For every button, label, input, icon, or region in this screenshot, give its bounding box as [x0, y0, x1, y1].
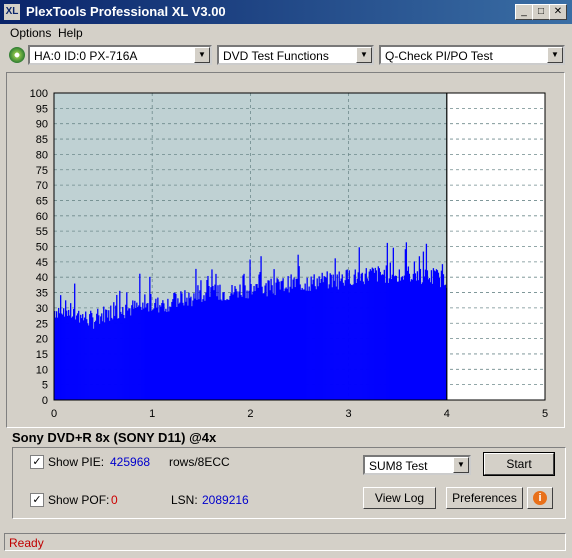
- y-tick-label: 95: [36, 103, 48, 115]
- chevron-down-icon[interactable]: ▼: [356, 47, 372, 63]
- lsn-value: 2089216: [202, 493, 249, 507]
- y-tick-label: 75: [36, 165, 48, 177]
- start-button[interactable]: Start: [483, 452, 555, 476]
- drive-select-value: HA:0 ID:0 PX-716A: [34, 49, 138, 63]
- minimize-button[interactable]: _: [515, 4, 533, 20]
- y-tick-label: 20: [36, 334, 48, 346]
- preferences-button[interactable]: Preferences: [446, 487, 523, 509]
- window-title: PlexTools Professional XL V3.00: [26, 4, 226, 19]
- info-icon: i: [533, 491, 547, 505]
- pie-unit: rows/8ECC: [169, 455, 230, 469]
- disc-label: Sony DVD+R 8x (SONY D11) @4x: [12, 430, 217, 445]
- pof-value: 0: [111, 493, 118, 507]
- show-pof-checkbox[interactable]: ✓: [30, 493, 44, 507]
- function-select-value: DVD Test Functions: [223, 49, 329, 63]
- y-tick-label: 85: [36, 134, 48, 146]
- test-select[interactable]: Q-Check PI/PO Test ▼: [379, 45, 565, 65]
- x-tick-label: 3: [346, 408, 352, 420]
- x-tick-label: 0: [51, 408, 57, 420]
- y-tick-label: 15: [36, 349, 48, 361]
- y-tick-label: 40: [36, 272, 48, 284]
- view-log-button[interactable]: View Log: [363, 487, 436, 509]
- y-tick-label: 70: [36, 180, 48, 192]
- show-pie-checkbox[interactable]: ✓: [30, 455, 44, 469]
- menu-options[interactable]: Options: [10, 26, 51, 40]
- y-tick-label: 5: [42, 380, 48, 392]
- drive-icon: [9, 47, 25, 63]
- test-select-value: Q-Check PI/PO Test: [385, 49, 493, 63]
- chevron-down-icon[interactable]: ▼: [453, 457, 469, 473]
- menu-help[interactable]: Help: [58, 26, 83, 40]
- mode-select-value: SUM8 Test: [369, 459, 428, 473]
- function-select[interactable]: DVD Test Functions ▼: [217, 45, 374, 65]
- y-tick-label: 30: [36, 303, 48, 315]
- drive-select[interactable]: HA:0 ID:0 PX-716A ▼: [28, 45, 212, 65]
- mode-select[interactable]: SUM8 Test ▼: [363, 455, 471, 475]
- y-tick-label: 25: [36, 318, 48, 330]
- info-button[interactable]: i: [527, 487, 553, 509]
- y-tick-label: 100: [30, 88, 48, 100]
- y-tick-label: 45: [36, 257, 48, 269]
- chart-panel: 0 5 10 15 20 25 30 35 40 45 50 55 60 65 70 75 80 85 90 95 10…: [6, 72, 565, 428]
- x-tick-label: 5: [542, 408, 548, 420]
- x-tick-label: 1: [149, 408, 155, 420]
- y-tick-label: 60: [36, 211, 48, 223]
- pie-value: 425968: [110, 455, 151, 469]
- app-logo-icon: XL: [4, 4, 20, 20]
- y-tick-label: 90: [36, 119, 48, 131]
- show-pie-label: Show PIE:: [48, 455, 105, 469]
- chevron-down-icon[interactable]: ▼: [547, 47, 563, 63]
- close-button[interactable]: ✕: [549, 4, 567, 20]
- lsn-label: LSN:: [171, 493, 198, 507]
- menu-bar: Options Help: [0, 24, 572, 42]
- title-bar[interactable]: XL PlexTools Professional XL V3.00 _ □ ✕: [0, 0, 572, 24]
- y-tick-label: 35: [36, 288, 48, 300]
- pie-chart: 0510152025303540455055606570758085909510…: [30, 88, 548, 420]
- status-bar: Ready: [4, 533, 566, 551]
- stats-group: ✓ Show PIE: 425968 rows/8ECC ✓ Show POF:…: [12, 447, 566, 519]
- maximize-button[interactable]: □: [532, 4, 550, 20]
- y-tick-label: 50: [36, 242, 48, 254]
- show-pof-label: Show POF:: [48, 493, 110, 507]
- chevron-down-icon[interactable]: ▼: [194, 47, 210, 63]
- x-tick-label: 4: [444, 408, 450, 420]
- y-tick-label: 10: [36, 364, 48, 376]
- y-tick-label: 65: [36, 195, 48, 207]
- x-tick-label: 2: [247, 408, 253, 420]
- y-tick-label: 0: [42, 395, 48, 407]
- status-text: Ready: [9, 536, 44, 550]
- y-tick-label: 80: [36, 149, 48, 161]
- y-tick-label: 55: [36, 226, 48, 238]
